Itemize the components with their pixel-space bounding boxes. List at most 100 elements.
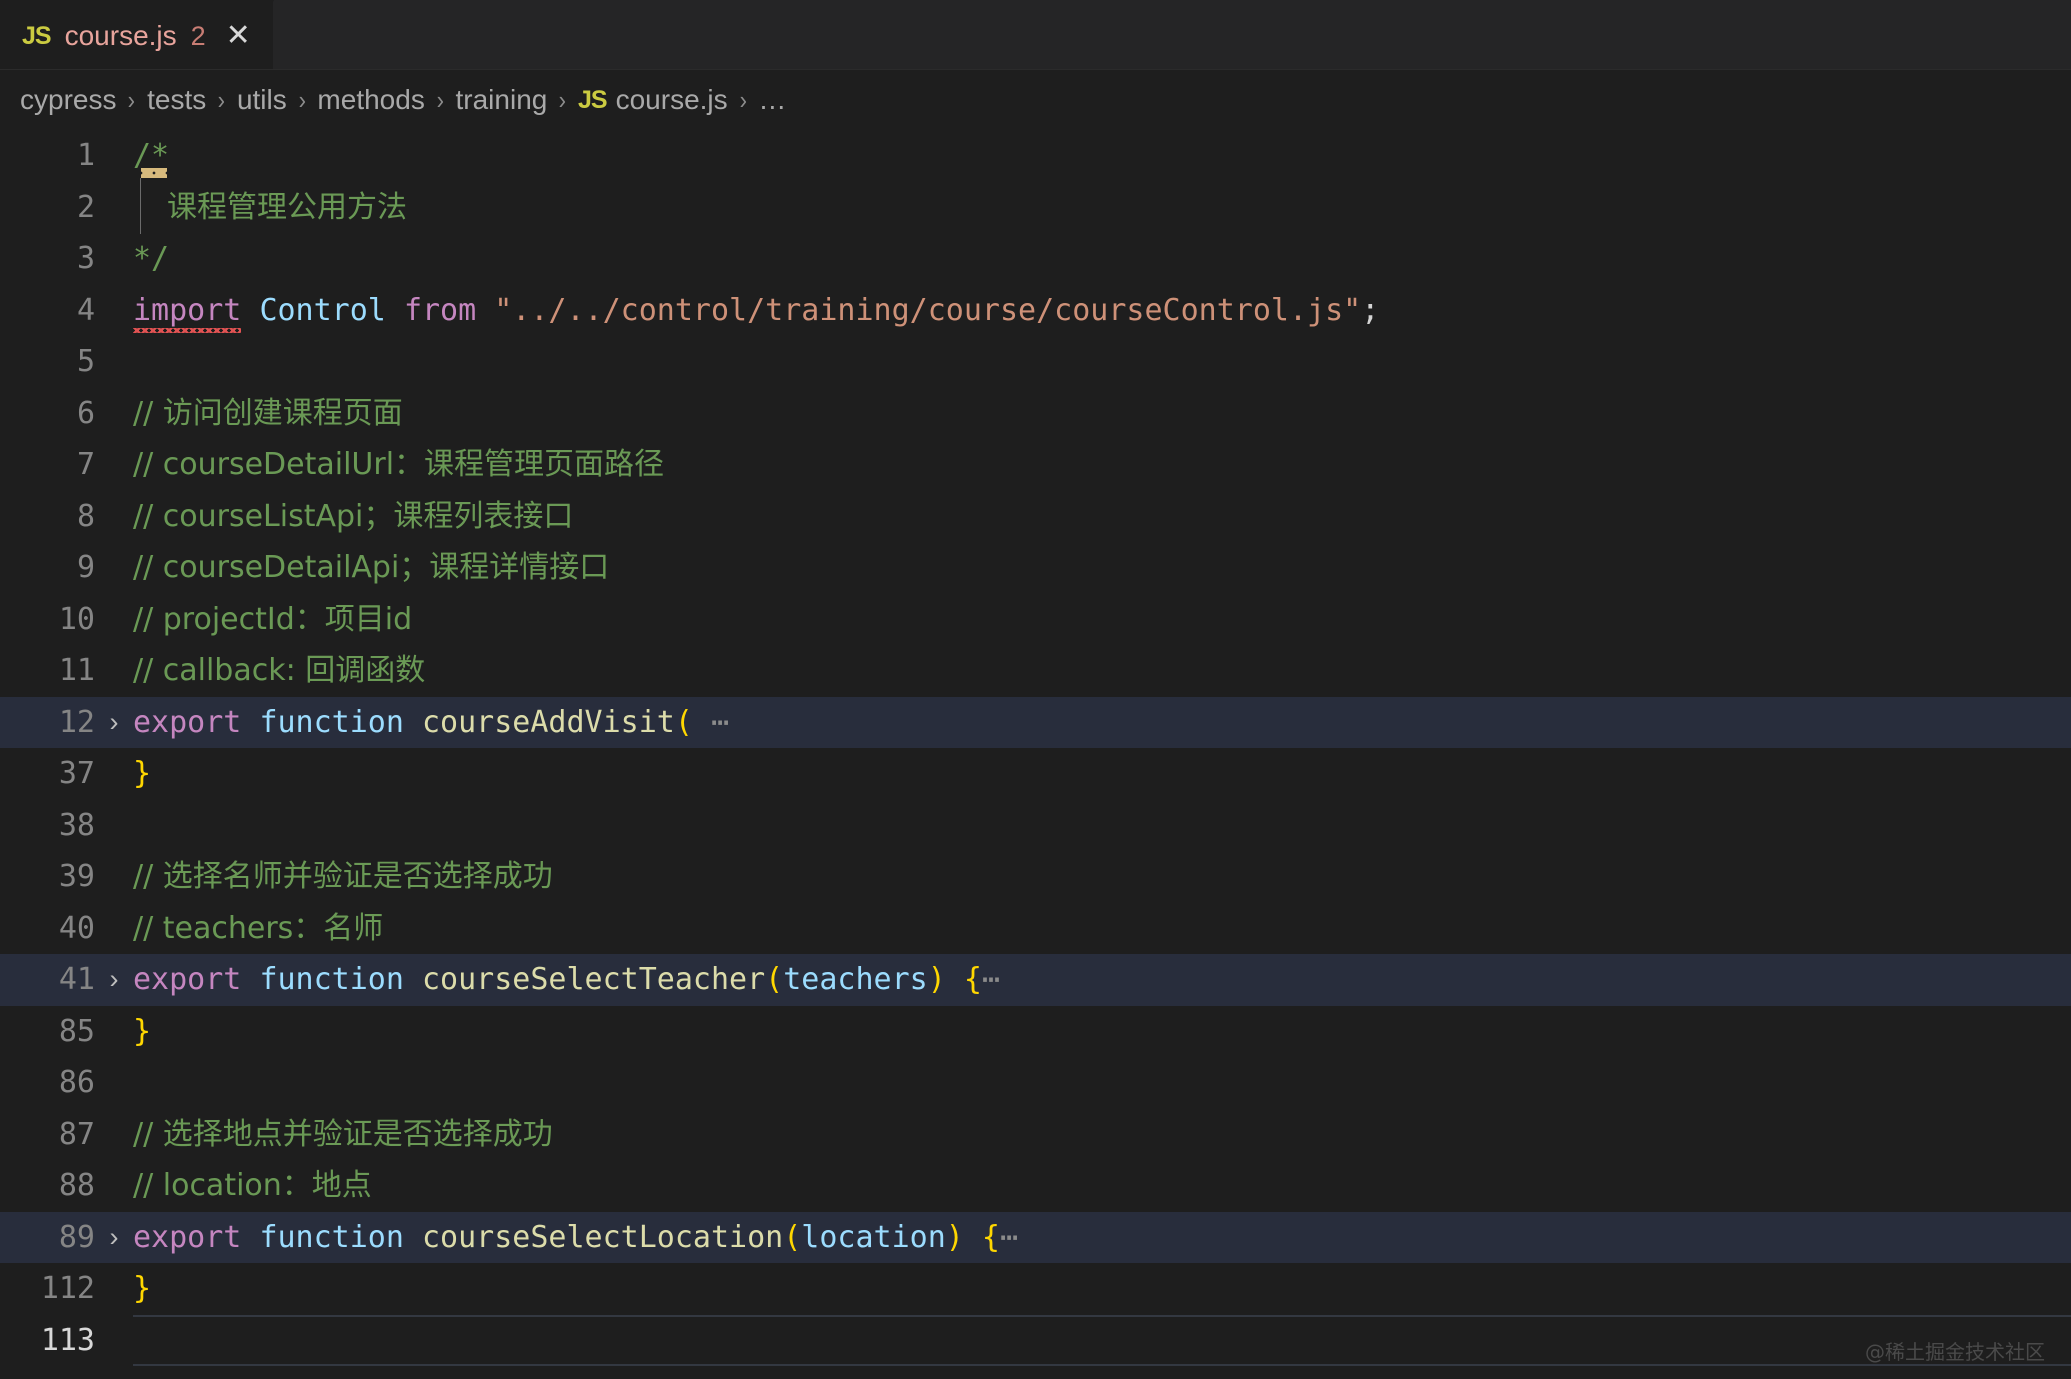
- chevron-right-icon: ›: [217, 84, 226, 115]
- code-content: // 选择名师并验证是否选择成功: [133, 859, 553, 894]
- code-content: // callback: 回调函数: [133, 653, 426, 688]
- line-number: 5: [76, 344, 95, 380]
- line-number: 10: [58, 601, 95, 637]
- token-keyword-function: function: [259, 1219, 404, 1255]
- token-paren-open: (: [765, 962, 784, 997]
- js-file-icon: JS: [578, 85, 608, 114]
- code-line: 2 课程管理公用方法: [0, 177, 2071, 234]
- code-content: 课程管理公用方法: [133, 177, 2071, 234]
- token-brace: }: [133, 756, 152, 791]
- line-number: 8: [76, 498, 95, 534]
- token-brace-open: {: [981, 1219, 1000, 1255]
- token-keyword-from: from: [403, 292, 477, 328]
- tab-problem-count: 2: [190, 20, 206, 51]
- token-identifier-control: Control: [259, 292, 386, 328]
- code-content: */: [133, 233, 2071, 285]
- breadcrumb-item-training[interactable]: training: [456, 84, 548, 116]
- chevron-right-icon: ›: [739, 84, 747, 115]
- line-number: 4: [76, 292, 95, 328]
- editor-tab-course-js[interactable]: JS course.js 2 ✕: [0, 0, 274, 70]
- editor-tab-bar: JS course.js 2 ✕: [0, 0, 2071, 70]
- breadcrumb: cypress › tests › utils › methods › trai…: [0, 70, 2071, 130]
- line-number: 112: [40, 1271, 95, 1307]
- code-line: 5: [0, 336, 2071, 388]
- line-number: 37: [58, 756, 95, 792]
- js-file-icon: JS: [22, 21, 52, 50]
- token-keyword-function: function: [259, 704, 404, 740]
- fold-chevron-icon[interactable]: ›: [95, 1222, 133, 1253]
- chevron-right-icon: ›: [436, 84, 444, 115]
- code-content: // location：地点: [133, 1168, 372, 1203]
- code-line: 87 // 选择地点并验证是否选择成功: [0, 1109, 2071, 1161]
- code-line: 1 /*: [0, 130, 2071, 182]
- fold-chevron-icon[interactable]: ›: [95, 707, 133, 738]
- code-line: 9 // courseDetailApi；课程详情接口: [0, 542, 2071, 594]
- fold-ellipsis[interactable]: ⋯: [982, 962, 1002, 997]
- code-line: 4 import Control from "../../control/tra…: [0, 285, 2071, 337]
- code-line: 3 */: [0, 233, 2071, 285]
- line-number: 9: [76, 550, 95, 586]
- code-line-active: 113: [0, 1314, 2071, 1367]
- code-content: }: [133, 748, 2071, 800]
- token-brace: }: [133, 1271, 152, 1306]
- token-keyword-export: export: [133, 704, 242, 740]
- code-line-folded: 89 › export function courseSelectLocatio…: [0, 1211, 2071, 1263]
- code-content: export function courseSelectTeacher(teac…: [133, 954, 2071, 1006]
- code-content: // courseDetailUrl：课程管理页面路径: [133, 447, 665, 482]
- token-paren-open: (: [783, 1219, 802, 1255]
- breadcrumb-item-methods[interactable]: methods: [317, 84, 424, 116]
- fold-ellipsis[interactable]: ⋯: [1000, 1220, 1020, 1255]
- token-keyword-function: function: [259, 962, 404, 997]
- token-parameter: location: [801, 1219, 946, 1255]
- line-number: 86: [58, 1065, 95, 1101]
- code-line: 85 }: [0, 1006, 2071, 1058]
- fold-chevron-icon[interactable]: ›: [95, 964, 133, 995]
- breadcrumb-overflow[interactable]: …: [758, 84, 787, 116]
- code-line: 6 // 访问创建课程页面: [0, 388, 2071, 440]
- code-editor[interactable]: 1 /* 2 课程管理公用方法 3 */ 4 import Control fr…: [0, 130, 2071, 1379]
- token-paren-close: ): [927, 962, 946, 997]
- code-content: // teachers：名师: [133, 910, 384, 946]
- breadcrumb-item-tests[interactable]: tests: [147, 84, 206, 116]
- code-content: }: [133, 1263, 2071, 1315]
- token-function-name: courseSelectLocation: [422, 1219, 784, 1255]
- line-number: 12: [58, 704, 95, 740]
- watermark: @稀土掘金技术社区: [1865, 1340, 2045, 1364]
- line-number: 87: [58, 1116, 95, 1152]
- fold-ellipsis[interactable]: ⋯: [711, 705, 731, 740]
- code-content: import Control from "../../control/train…: [133, 285, 2071, 337]
- breadcrumb-item-utils[interactable]: utils: [237, 84, 287, 116]
- line-number: 40: [58, 910, 95, 946]
- line-number: 7: [76, 447, 95, 483]
- chevron-right-icon: ›: [298, 84, 306, 115]
- line-number: 38: [58, 807, 95, 843]
- code-line: 40 // teachers：名师: [0, 903, 2071, 955]
- token-keyword-export: export: [133, 962, 242, 997]
- code-line: 112 }: [0, 1263, 2071, 1315]
- indent-guide: [140, 177, 141, 234]
- code-line: 37 }: [0, 748, 2071, 800]
- code-content: // courseDetailApi；课程详情接口: [133, 550, 610, 585]
- code-line: 7 // courseDetailUrl：课程管理页面路径: [0, 439, 2071, 491]
- close-icon[interactable]: ✕: [226, 21, 251, 51]
- breadcrumb-item-file[interactable]: course.js: [616, 84, 728, 116]
- token-function-name: courseAddVisit: [422, 704, 675, 740]
- code-line-folded: 12 › export function courseAddVisit( ⋯: [0, 696, 2071, 749]
- tab-filename: course.js: [64, 20, 177, 51]
- code-line: 86: [0, 1057, 2071, 1109]
- code-line: 39 // 选择名师并验证是否选择成功: [0, 851, 2071, 903]
- breadcrumb-item-cypress[interactable]: cypress: [20, 84, 116, 116]
- line-number-active: 113: [40, 1322, 95, 1358]
- line-number: 85: [58, 1013, 95, 1049]
- token-paren: (: [674, 704, 693, 740]
- line-number: 1: [76, 138, 95, 174]
- token-comment: 课程管理公用方法: [167, 189, 407, 225]
- token-parameter: teachers: [783, 962, 928, 997]
- line-number: 41: [58, 962, 95, 998]
- token-paren-close: ): [945, 1219, 964, 1255]
- token-brace-open: {: [963, 962, 982, 997]
- token-semicolon: ;: [1361, 292, 1380, 328]
- code-content: export function courseAddVisit( ⋯: [133, 697, 2071, 749]
- chevron-right-icon: ›: [128, 84, 136, 115]
- warning-squiggle-icon: [141, 168, 167, 178]
